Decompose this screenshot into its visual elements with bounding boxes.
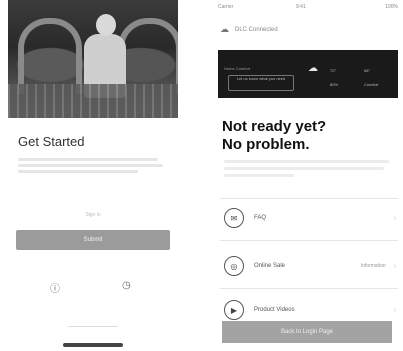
promo-banner[interactable]: Home Comfort Let us know what you need ☁… — [218, 50, 398, 98]
menu-item-online-sale[interactable]: ◎ Online Sale Information › — [224, 248, 396, 284]
status-carrier: Carrier — [218, 4, 234, 10]
description-line — [18, 170, 138, 173]
person-head — [96, 14, 116, 36]
back-to-login-button[interactable]: Back to Login Page — [222, 321, 392, 343]
arch-shape — [118, 18, 178, 94]
divider — [220, 288, 398, 289]
page-title: Get Started — [18, 134, 85, 149]
divider — [220, 198, 398, 199]
banner-stat: Comfort — [364, 82, 379, 87]
headline-line-2: No problem. — [222, 136, 310, 153]
menu-label: Online Sale — [254, 263, 286, 269]
status-bar: Carrier 9:41 100% — [214, 2, 402, 12]
get-started-screen: Get Started Sign in Submit ⓘ ◷ — [8, 0, 178, 351]
logo-icon: ☁ — [220, 24, 229, 34]
banner-stat: 72° — [330, 68, 337, 73]
help-icon[interactable]: ◷ — [122, 280, 131, 291]
description-line — [224, 160, 389, 163]
sign-in-note[interactable]: Sign in — [8, 212, 178, 218]
chat-icon: ✉ — [224, 208, 244, 228]
status-battery: 100% — [385, 4, 398, 10]
home-indicator — [63, 343, 123, 347]
banner-stat: 80% — [330, 82, 339, 87]
menu-item-faq[interactable]: ✉ FAQ › — [224, 200, 396, 236]
app-header: ☁ DLC Connected — [220, 24, 278, 35]
app-title: DLC Connected — [235, 26, 278, 33]
description-line — [224, 174, 294, 177]
menu-label: FAQ — [254, 215, 267, 221]
globe-icon: ◎ — [224, 256, 244, 276]
not-ready-screen: Carrier 9:41 100% ☁ DLC Connected Home C… — [214, 0, 402, 351]
banner-stat: 68° — [364, 68, 371, 73]
banner-pill[interactable]: Let us know what you need — [228, 75, 294, 91]
arch-shape — [18, 18, 82, 94]
status-time: 9:41 — [296, 4, 306, 10]
description-line — [18, 158, 158, 161]
hero-image — [8, 0, 178, 118]
chevron-right-icon: › — [393, 214, 396, 222]
menu-label: Product Videos — [254, 307, 295, 313]
divider-line — [68, 326, 118, 327]
banner-caption: Home Comfort — [224, 66, 251, 71]
fence — [8, 84, 178, 118]
info-icon[interactable]: ⓘ — [50, 280, 60, 295]
chevron-right-icon: › — [393, 262, 396, 270]
description-line — [224, 167, 384, 170]
description-line — [18, 164, 163, 167]
video-icon: ▶ — [224, 300, 244, 320]
menu-value: Information — [360, 263, 386, 269]
submit-button[interactable]: Submit — [16, 230, 170, 250]
headline-line-1: Not ready yet? — [222, 118, 327, 135]
cloud-icon: ☁ — [308, 63, 318, 74]
chevron-right-icon: › — [393, 306, 396, 314]
divider — [220, 240, 398, 241]
headline: Not ready yet? No problem. — [222, 118, 326, 154]
